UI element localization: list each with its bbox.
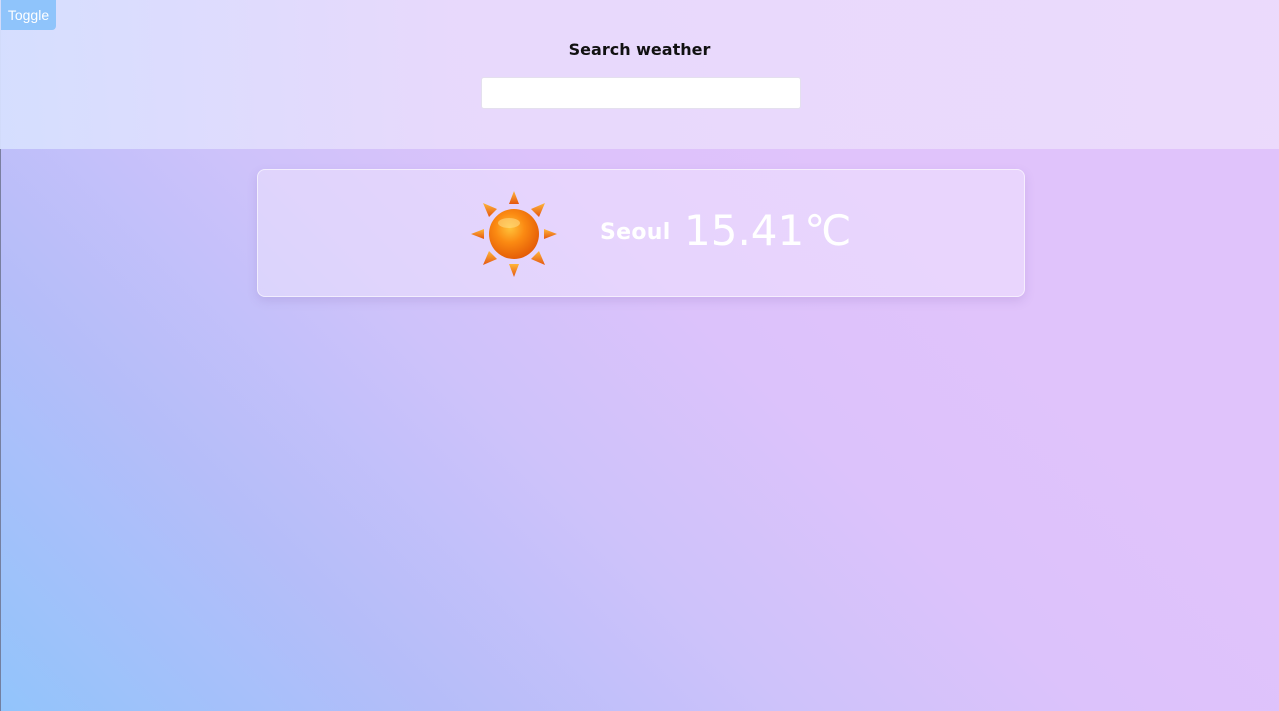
search-input[interactable] [481,77,801,109]
weather-card: Seoul 15.41℃ [257,169,1025,297]
city-name: Seoul [600,220,671,245]
temperature-value: 15.41℃ [684,206,852,255]
toggle-button[interactable]: Toggle [1,0,56,30]
search-title: Search weather [568,40,711,59]
sun-icon [470,190,558,278]
search-header: Search weather [0,0,1279,149]
